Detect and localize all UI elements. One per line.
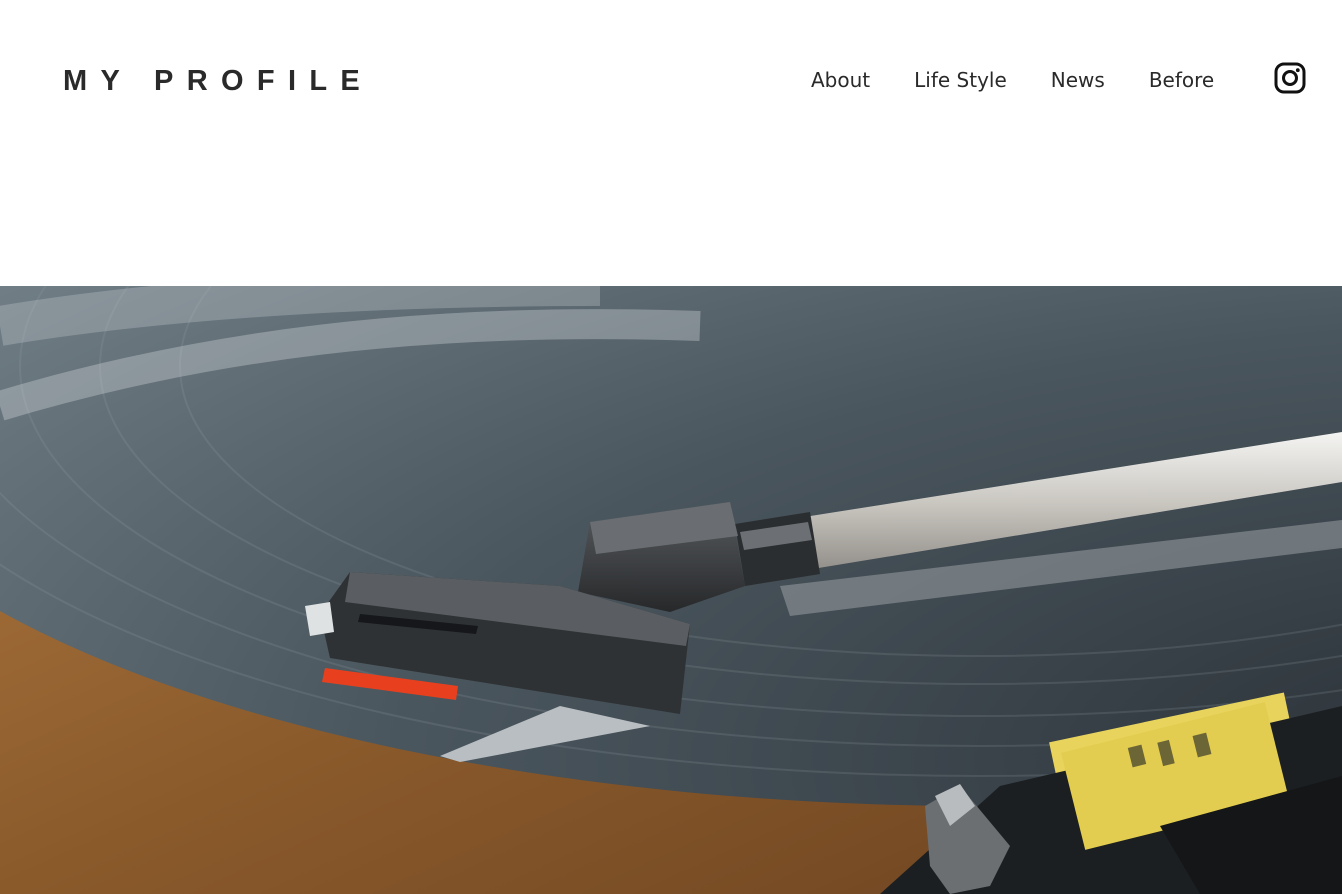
nav-item-before[interactable]: Before (1149, 62, 1214, 98)
nav-item-about[interactable]: About (811, 62, 870, 98)
nav-item-news[interactable]: News (1051, 62, 1105, 98)
site-header: MY PROFILE About Life Style News Before (0, 0, 1342, 286)
hero-image (0, 286, 1342, 894)
main-nav: About Life Style News Before (811, 62, 1214, 98)
instagram-icon[interactable] (1274, 62, 1306, 94)
nav-item-life-style[interactable]: Life Style (914, 62, 1007, 98)
turntable-photo (0, 286, 1342, 894)
site-logo[interactable]: MY PROFILE (63, 62, 373, 100)
